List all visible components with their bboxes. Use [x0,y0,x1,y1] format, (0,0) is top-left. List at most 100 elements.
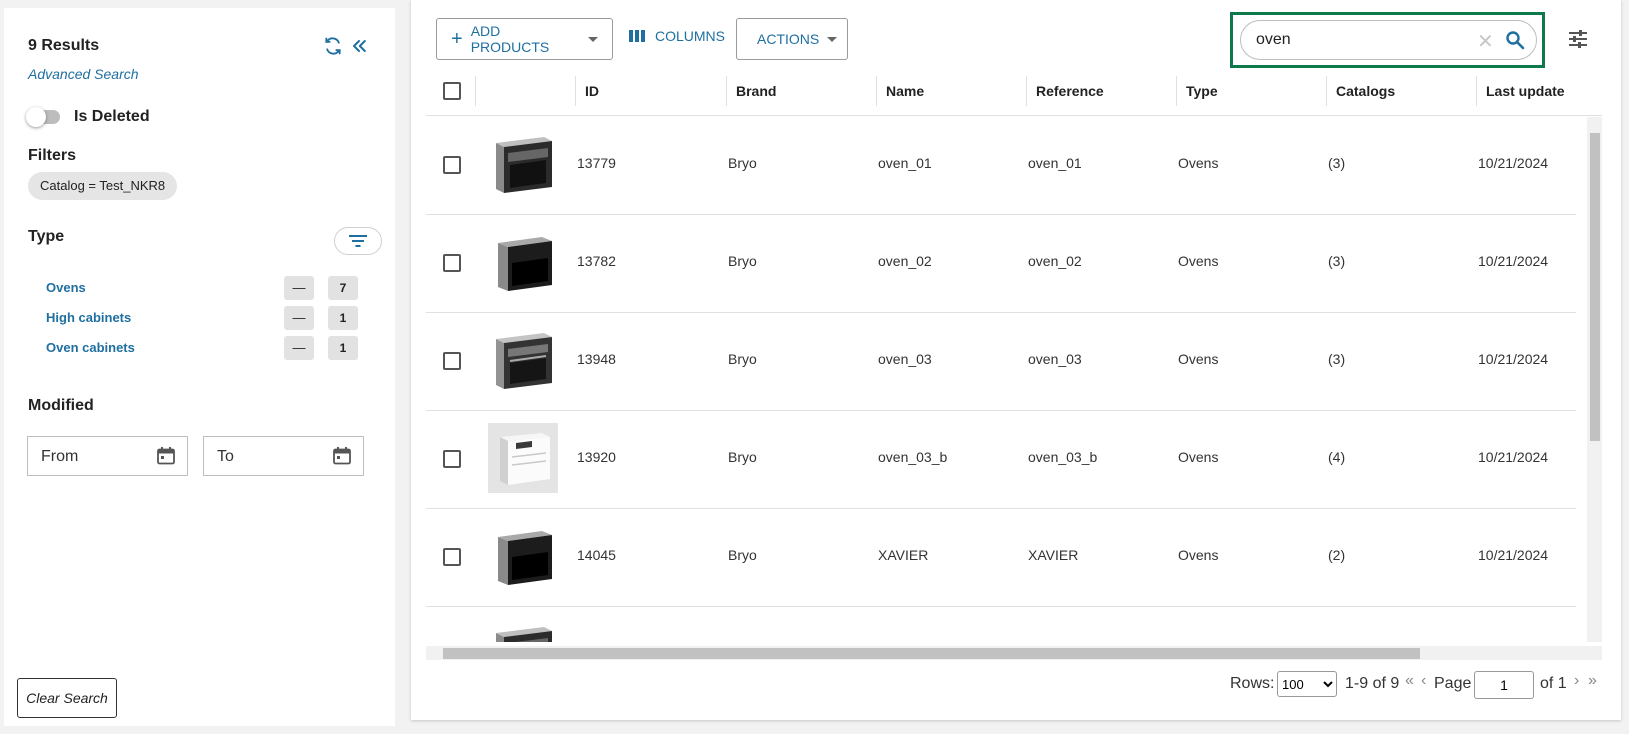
search-icon[interactable] [1505,30,1525,50]
is-deleted-label: Is Deleted [74,108,150,125]
cell-type: Ovens [1178,253,1219,269]
column-header-id[interactable]: ID [577,66,599,116]
catalog-filter-chip[interactable]: Catalog = Test_NKR8 [28,172,178,200]
column-header-name[interactable]: Name [878,66,924,116]
clear-search-button[interactable]: Clear Search [17,678,117,718]
cell-id: 13948 [577,351,616,367]
result-range: 1-9 of 9 [1345,675,1400,692]
page-total: of 1 [1540,675,1567,692]
page-number-input[interactable] [1474,671,1534,699]
type-item-label[interactable]: Ovens [46,280,86,295]
calendar-icon[interactable] [156,446,176,466]
oven-thumbnail [496,333,552,389]
horizontal-scrollbar[interactable] [426,646,1602,660]
clear-search-icon[interactable]: ✕ [1477,29,1494,54]
table-row[interactable]: 13779 Bryo oven_01 oven_01 Ovens (3) 10/… [426,117,1576,215]
oven-thumbnail [488,423,558,493]
cell-reference: oven_03 [1028,351,1082,367]
advanced-search-link[interactable]: Advanced Search [28,66,139,82]
cell-catalogs[interactable]: (3) [1328,253,1345,269]
row-checkbox[interactable] [443,352,461,370]
actions-label: ACTIONS [757,31,820,47]
table-row[interactable]: 13782 Bryo oven_02 oven_02 Ovens (3) 10/… [426,215,1576,313]
cell-id: 14045 [577,547,616,563]
cell-reference: XAVIER [1028,547,1079,563]
cell-brand: Bryo [728,547,757,563]
type-item-exclude-button[interactable]: — [284,306,314,330]
select-all-checkbox[interactable] [443,82,461,100]
cell-catalogs[interactable]: (3) [1328,351,1345,367]
page-label: Page [1434,675,1472,692]
type-item-high-cabinets[interactable]: High cabinets — 1 [44,306,358,330]
search-input[interactable] [1254,30,1464,50]
cell-last-update: 10/21/2024 [1478,449,1549,465]
type-item-label[interactable]: Oven cabinets [46,340,135,355]
column-header-reference[interactable]: Reference [1028,66,1104,116]
columns-icon [629,30,645,42]
last-page-icon[interactable]: » [1588,672,1597,690]
cell-catalogs[interactable]: (2) [1328,547,1345,563]
column-header-catalogs[interactable]: Catalogs [1328,66,1395,116]
modified-title: Modified [28,397,94,414]
row-checkbox[interactable] [443,548,461,566]
grid-body: 13779 Bryo oven_01 oven_01 Ovens (3) 10/… [426,117,1576,642]
cell-catalogs[interactable]: (4) [1328,449,1345,465]
type-item-ovens[interactable]: Ovens — 7 [44,276,358,300]
columns-button[interactable]: COLUMNS [629,28,725,44]
cell-brand: Bryo [728,449,757,465]
oven-thumbnail [498,237,552,291]
modified-to-field[interactable]: To [203,436,364,476]
to-placeholder: To [217,448,234,465]
column-header-type[interactable]: Type [1178,66,1218,116]
filters-title: Filters [28,147,77,164]
vertical-scrollbar[interactable] [1587,117,1602,642]
cell-id: 13779 [577,155,616,171]
is-deleted-toggle[interactable] [26,107,60,127]
type-item-label[interactable]: High cabinets [46,310,131,325]
cell-brand: Bryo [728,155,757,171]
rows-per-page-select[interactable]: 100 [1277,671,1337,697]
actions-button[interactable]: ACTIONS [736,18,848,60]
cell-type: Ovens [1178,351,1219,367]
table-row[interactable]: 13948 Bryo oven_03 oven_03 Ovens (3) 10/… [426,313,1576,411]
type-item-exclude-button[interactable]: — [284,336,314,360]
next-page-icon[interactable]: › [1574,672,1579,690]
cell-reference: oven_01 [1028,155,1082,171]
type-title: Type [28,228,65,245]
cell-type: Ovens [1178,449,1219,465]
table-row[interactable]: 14045 Bryo XAVIER XAVIER Ovens (2) 10/21… [426,509,1576,607]
cell-name: oven_01 [878,155,932,171]
calendar-icon[interactable] [332,446,352,466]
column-header-brand[interactable]: Brand [728,66,776,116]
modified-from-field[interactable]: From [27,436,188,476]
collapse-sidebar-icon[interactable] [346,33,372,59]
search-box[interactable]: ✕ [1240,20,1537,60]
first-page-icon[interactable]: « [1405,672,1414,690]
type-filter-button[interactable] [334,227,382,255]
cell-reference: oven_03_b [1028,449,1098,465]
table-row[interactable]: 13920 Bryo oven_03_b oven_03_b Ovens (4)… [426,411,1576,509]
cell-name: oven_03_b [878,449,948,465]
add-products-button[interactable]: + ADD PRODUCTS [436,18,613,60]
settings-sliders-icon[interactable] [1567,28,1589,50]
oven-thumbnail [498,531,552,585]
refresh-icon[interactable] [320,33,346,59]
chevron-down-icon [588,36,598,42]
cell-last-update: 10/21/2024 [1478,351,1549,367]
results-count: 9 Results [28,37,100,54]
cell-catalogs[interactable]: (3) [1328,155,1345,171]
prev-page-icon[interactable]: ‹ [1421,672,1426,690]
row-checkbox[interactable] [443,156,461,174]
row-checkbox[interactable] [443,254,461,272]
table-row[interactable] [426,607,1576,642]
type-item-exclude-button[interactable]: — [284,276,314,300]
cell-brand: Bryo [728,351,757,367]
row-checkbox[interactable] [443,450,461,468]
columns-label: COLUMNS [655,28,726,44]
cell-reference: oven_02 [1028,253,1082,269]
type-item-oven-cabinets[interactable]: Oven cabinets — 1 [44,336,358,360]
column-header-last-update[interactable]: Last update [1478,66,1565,116]
cell-id: 13920 [577,449,616,465]
products-grid: ID Brand Name Reference Type Catalogs La… [426,66,1602,660]
cell-name: oven_03 [878,351,932,367]
